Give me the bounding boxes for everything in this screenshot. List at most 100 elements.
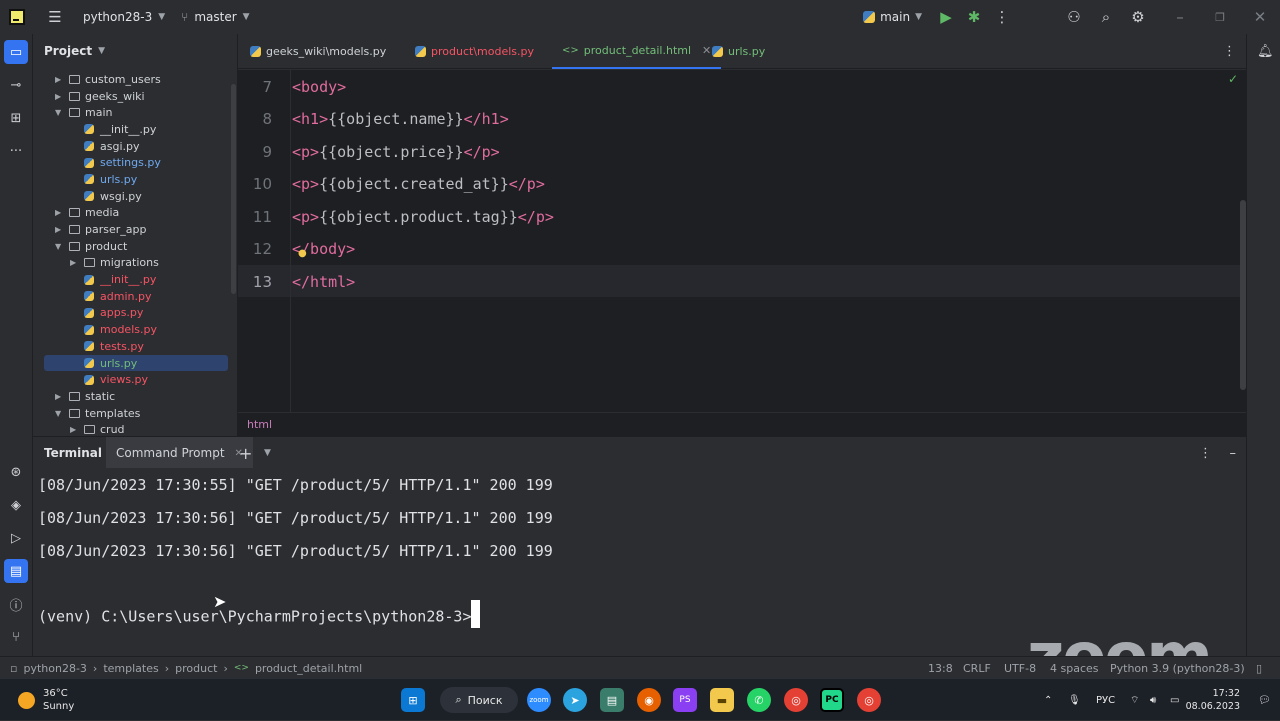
tab-product-detail-html[interactable]: <> product_detail.html ✕ (552, 34, 722, 69)
show-hidden-icons[interactable]: ⌃ (1044, 679, 1052, 721)
inspection-ok-icon[interactable]: ✓ (1228, 72, 1238, 86)
code-editor[interactable]: 7 8 9 10 11 12 13 <body> <h1>{{object.na… (238, 70, 1246, 412)
tree-file[interactable]: apps.py (33, 305, 237, 322)
breadcrumb-html[interactable]: html (247, 418, 272, 431)
commit-tool-icon[interactable]: ⊸ (4, 73, 28, 97)
tree-file[interactable]: tests.py (33, 338, 237, 355)
volume-icon[interactable]: 🔊︎ (1150, 679, 1156, 721)
close-window-icon[interactable]: ✕ (1248, 5, 1272, 29)
windows-start-icon[interactable]: ⊞ (401, 688, 425, 712)
tree-file[interactable]: urls.py (44, 354, 228, 372)
tree-folder[interactable]: ▼ templates (33, 405, 237, 422)
wifi-icon[interactable]: ⌔ (1130, 679, 1139, 721)
crumb-project[interactable]: python28-3 (23, 662, 86, 675)
microphone-icon[interactable]: 🎙︎ (1068, 679, 1081, 721)
new-terminal-icon[interactable]: + (239, 437, 252, 469)
battery-icon[interactable]: ▭ (1170, 679, 1179, 721)
chrome-icon-2[interactable]: ◎ (857, 688, 881, 712)
run-configuration-selector[interactable]: main ▼ (863, 10, 922, 24)
minimize-icon[interactable]: – (1168, 5, 1192, 29)
chevron-down-icon[interactable]: ▼ (55, 409, 61, 418)
project-switcher[interactable]: python28-3 ▼ (83, 10, 165, 24)
chrome-icon[interactable]: ◎ (784, 688, 808, 712)
chevron-right-icon[interactable]: ▶ (55, 208, 61, 217)
telegram-icon[interactable]: ➤ (563, 688, 587, 712)
run-icon[interactable]: ▶ (934, 5, 958, 29)
tree-file[interactable]: asgi.py (33, 138, 237, 155)
system-clock[interactable]: 17:32 08.06.2023 (1186, 687, 1240, 713)
crumb-file[interactable]: product_detail.html (255, 662, 362, 675)
tree-file[interactable]: urls.py (33, 171, 237, 188)
problems-icon[interactable]: ⓘ (4, 592, 28, 616)
chevron-right-icon[interactable]: ▶ (70, 425, 76, 434)
tree-folder[interactable]: ▶ static (33, 388, 237, 405)
tree-file[interactable]: models.py (33, 321, 237, 338)
status-breadcrumb[interactable]: ▫ python28-3 › templates › product › <> … (10, 657, 362, 679)
chevron-right-icon[interactable]: ▶ (55, 92, 61, 101)
services-icon[interactable]: ▷ (4, 526, 28, 550)
tree-folder[interactable]: ▶ geeks_wiki (33, 88, 237, 105)
taskbar-search[interactable]: ⌕ Поиск (440, 687, 518, 713)
terminal-prompt-line[interactable]: (venv) C:\Users\user\PycharmProjects\pyt… (38, 600, 481, 628)
terminal-options-icon[interactable]: ⋮ (1199, 437, 1212, 469)
layers-icon[interactable]: ◈ (4, 493, 28, 517)
chevron-down-icon[interactable]: ▼ (264, 437, 271, 469)
search-icon[interactable]: ⌕ (1094, 5, 1118, 29)
tree-folder[interactable]: ▶ custom_users (33, 71, 237, 88)
tree-folder[interactable]: ▼ main (33, 104, 237, 121)
chevron-down-icon[interactable]: ▼ (55, 242, 61, 251)
tab-geeks-wiki-models[interactable]: geeks_wiki\models.py (250, 34, 386, 69)
indent-setting[interactable]: 4 spaces (1050, 657, 1099, 679)
tree-file[interactable]: admin.py (33, 288, 237, 305)
project-scrollbar[interactable] (231, 84, 236, 294)
tree-file[interactable]: __init__.py (33, 121, 237, 138)
add-user-icon[interactable]: ⚇ (1062, 5, 1086, 29)
chevron-right-icon[interactable]: ▶ (55, 225, 61, 234)
crumb-product[interactable]: product (175, 662, 217, 675)
caret-position[interactable]: 13:8 (928, 657, 953, 679)
lock-icon[interactable]: ▯ (1256, 657, 1262, 679)
tree-folder[interactable]: ▶ migrations (33, 255, 237, 272)
python-packages-icon[interactable]: ⊛ (4, 460, 28, 484)
tree-folder[interactable]: ▶ parser_app (33, 221, 237, 238)
terminal-tool-icon[interactable]: ▤ (4, 559, 28, 583)
python-interpreter[interactable]: Python 3.9 (python28-3) (1110, 657, 1245, 679)
close-tab-icon[interactable]: ✕ (702, 44, 711, 57)
notification-center-icon[interactable]: 💬︎ (1258, 679, 1271, 721)
chevron-down-icon[interactable]: ▼ (55, 108, 61, 117)
chevron-right-icon[interactable]: ▶ (55, 75, 61, 84)
phpstorm-icon[interactable]: PS (673, 688, 697, 712)
tab-options-icon[interactable]: ⋮ (1223, 44, 1236, 59)
crumb-templates[interactable]: templates (103, 662, 158, 675)
whatsapp-icon[interactable]: ✆ (747, 688, 771, 712)
tree-file[interactable]: wsgi.py (33, 188, 237, 205)
weather-widget[interactable]: 36°C Sunny (18, 687, 74, 713)
chevron-right-icon[interactable]: ▶ (70, 258, 76, 267)
tab-command-prompt[interactable]: Command Prompt ✕ (106, 437, 253, 469)
notifications-icon[interactable]: 🔔︎ (1257, 44, 1274, 59)
tree-file[interactable]: __init__.py (33, 271, 237, 288)
debug-icon[interactable]: ✱ (962, 5, 986, 29)
hide-panel-icon[interactable]: – (1230, 437, 1237, 469)
project-panel-header[interactable]: Project ▼ (33, 34, 237, 68)
intention-bulb-icon[interactable]: ● (298, 248, 307, 259)
editor-breadcrumb[interactable]: html (238, 412, 1246, 436)
tree-folder[interactable]: ▶ crud (33, 421, 237, 436)
more-actions-icon[interactable]: ⋮ (990, 5, 1014, 29)
file-encoding[interactable]: UTF-8 (1004, 657, 1036, 679)
tab-urls[interactable]: urls.py (712, 34, 765, 69)
chevron-right-icon[interactable]: ▶ (55, 392, 61, 401)
terminal-app-icon[interactable]: ▤ (600, 688, 624, 712)
more-tools-icon[interactable]: ··· (4, 139, 28, 163)
structure-tool-icon[interactable]: ⊞ (4, 106, 28, 130)
firefox-icon[interactable]: ◉ (637, 688, 661, 712)
pycharm-taskbar-icon[interactable]: PC (820, 688, 844, 712)
main-menu-icon[interactable]: ☰ (43, 5, 67, 29)
vcs-branch-switcher[interactable]: ⑂ master ▼ (181, 10, 249, 24)
tree-folder[interactable]: ▼ product (33, 238, 237, 255)
input-language[interactable]: РУС (1096, 679, 1115, 721)
project-tool-icon[interactable]: ▭ (4, 40, 28, 64)
git-icon[interactable]: ⑂ (4, 625, 28, 649)
zoom-app-icon[interactable]: zoom (527, 688, 551, 712)
settings-gear-icon[interactable]: ⚙ (1126, 5, 1150, 29)
